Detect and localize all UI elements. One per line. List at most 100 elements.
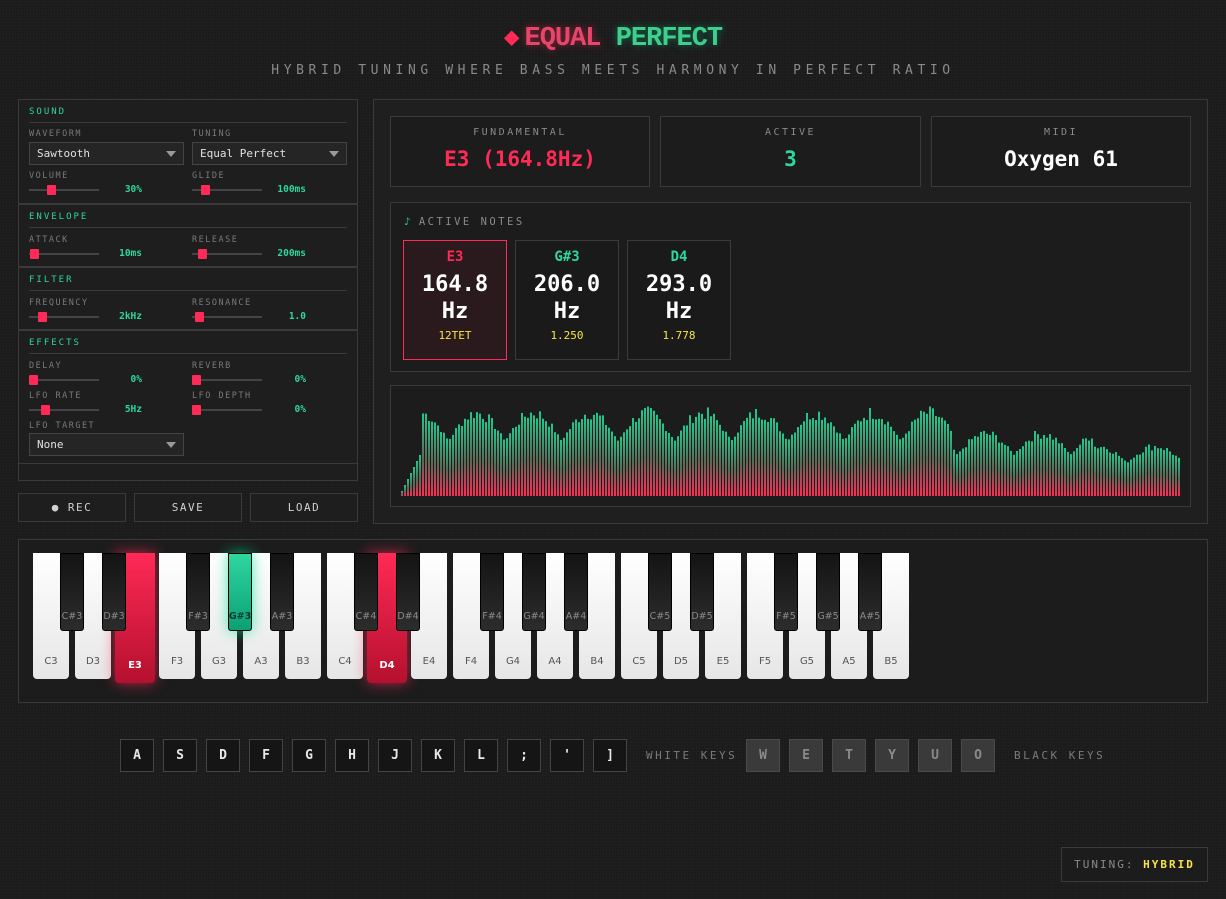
shortcut-key[interactable]: H — [335, 739, 369, 772]
slider-thumb[interactable] — [41, 405, 51, 415]
spectrum-bar — [890, 426, 892, 496]
black-key-cs4[interactable]: C#4 — [354, 553, 378, 631]
load-button[interactable]: LOAD — [250, 493, 358, 522]
black-key-as4[interactable]: A#4 — [564, 553, 588, 631]
black-key-fs4[interactable]: F#4 — [480, 553, 504, 631]
spectrum-bar — [887, 421, 889, 496]
active-count: 3 — [784, 147, 797, 171]
spectrum-bar — [599, 415, 601, 496]
slider-thumb[interactable] — [30, 249, 40, 259]
shortcut-key-black[interactable]: E — [789, 739, 823, 772]
shortcut-key[interactable]: F — [249, 739, 283, 772]
spectrum-bar — [404, 485, 406, 496]
black-key-cs3[interactable]: C#3 — [60, 553, 84, 631]
shortcut-key[interactable]: J — [378, 739, 412, 772]
diamond-icon: ◆ — [503, 23, 520, 53]
shortcut-key[interactable]: ] — [593, 739, 627, 772]
black-key-cs5[interactable]: C#5 — [648, 553, 672, 631]
key-label: B4 — [590, 656, 604, 667]
shortcut-key-black[interactable]: Y — [875, 739, 909, 772]
black-key-ds4[interactable]: D#4 — [396, 553, 420, 631]
spectrum-bar — [722, 430, 724, 496]
spectrum-bar — [842, 438, 844, 496]
shortcut-key-black[interactable]: W — [746, 739, 780, 772]
slider-thumb[interactable] — [195, 312, 205, 322]
effects-section: EFFECTS DELAY 0% REVERB 0% LFO RATE 5Hz … — [18, 330, 358, 464]
shortcut-key[interactable]: D — [206, 739, 240, 772]
slider-thumb[interactable] — [192, 375, 201, 385]
spectrum-bar — [608, 427, 610, 496]
shortcut-key[interactable]: S — [163, 739, 197, 772]
fundamental-card: FUNDAMENTAL E3 (164.8Hz) — [390, 116, 650, 187]
black-key-fs3[interactable]: F#3 — [186, 553, 210, 631]
key-label: B5 — [884, 656, 898, 667]
slider-thumb[interactable] — [192, 405, 201, 415]
spectrum-bar — [749, 412, 751, 496]
spectrum-bar — [1085, 438, 1087, 496]
black-key-as5[interactable]: A#5 — [858, 553, 882, 631]
spectrum-bar — [1019, 449, 1021, 496]
key-label: E4 — [422, 656, 436, 667]
shortcut-key[interactable]: G — [292, 739, 326, 772]
black-key-ds3[interactable]: D#3 — [102, 553, 126, 631]
slider-thumb[interactable] — [201, 185, 211, 195]
shortcut-key-black[interactable]: U — [918, 739, 952, 772]
release-label: RELEASE — [192, 235, 239, 245]
key-label: E3 — [128, 660, 142, 671]
key-label: C#4 — [355, 611, 377, 622]
save-button[interactable]: SAVE — [134, 493, 242, 522]
tuning-status-value: HYBRID — [1143, 858, 1195, 871]
spectrum-bar — [983, 430, 985, 496]
rec-button[interactable]: ● REC — [18, 493, 126, 522]
spectrum-bar — [1022, 446, 1024, 496]
shortcut-key-black[interactable]: T — [832, 739, 866, 772]
shortcut-key[interactable]: ; — [507, 739, 541, 772]
tuning-select[interactable]: Equal Perfect — [192, 142, 347, 165]
spectrum-bar — [497, 430, 499, 496]
reverb-label: REVERB — [192, 361, 232, 371]
midi-card: MIDI Oxygen 61 — [931, 116, 1191, 187]
black-key-gs3[interactable]: G#3 — [228, 553, 252, 631]
spectrum-bar — [911, 421, 913, 496]
black-key-gs5[interactable]: G#5 — [816, 553, 840, 631]
black-key-gs4[interactable]: G#4 — [522, 553, 546, 631]
active-label: ACTIVE — [764, 127, 817, 138]
lfo-target-select[interactable]: None — [29, 433, 184, 456]
slider-thumb[interactable] — [198, 249, 208, 259]
spectrum-bar — [872, 418, 874, 496]
spectrum-bar — [569, 429, 571, 496]
slider-thumb[interactable] — [29, 375, 38, 385]
shortcut-key[interactable]: ' — [550, 739, 584, 772]
spectrum-bar — [860, 421, 862, 496]
shortcut-key[interactable]: K — [421, 739, 455, 772]
black-key-fs5[interactable]: F#5 — [774, 553, 798, 631]
slider-thumb[interactable] — [47, 185, 57, 195]
shortcut-key[interactable]: A — [120, 739, 154, 772]
spectrum-bar — [1088, 440, 1090, 496]
spectrum-bar — [1133, 457, 1135, 496]
effects-section-footer — [18, 464, 358, 481]
spectrum-bar — [776, 422, 778, 496]
spectrum-bar — [1127, 462, 1129, 496]
spectrum-bar — [677, 436, 679, 496]
black-key-as3[interactable]: A#3 — [270, 553, 294, 631]
shortcut-key-black[interactable]: O — [961, 739, 995, 772]
black-key-ds5[interactable]: D#5 — [690, 553, 714, 631]
spectrum-bar — [662, 423, 664, 496]
spectrum-bar — [1055, 437, 1057, 496]
shortcut-key[interactable]: L — [464, 739, 498, 772]
spectrum-bar — [947, 423, 949, 496]
key-label: A#4 — [565, 611, 587, 622]
spectrum-bar — [734, 436, 736, 496]
spectrum-bar — [401, 491, 403, 496]
spectrum-bar — [644, 408, 646, 496]
spectrum-bar — [476, 412, 478, 496]
key-label: A#5 — [859, 611, 881, 622]
glide-label: GLIDE — [192, 171, 226, 181]
spectrum-bar — [491, 418, 493, 496]
section-title-filter: FILTER — [29, 275, 74, 285]
spectrum-bar — [704, 418, 706, 496]
slider-thumb[interactable] — [38, 312, 48, 322]
waveform-select[interactable]: Sawtooth — [29, 142, 184, 165]
glide-value: 100ms — [277, 184, 306, 195]
